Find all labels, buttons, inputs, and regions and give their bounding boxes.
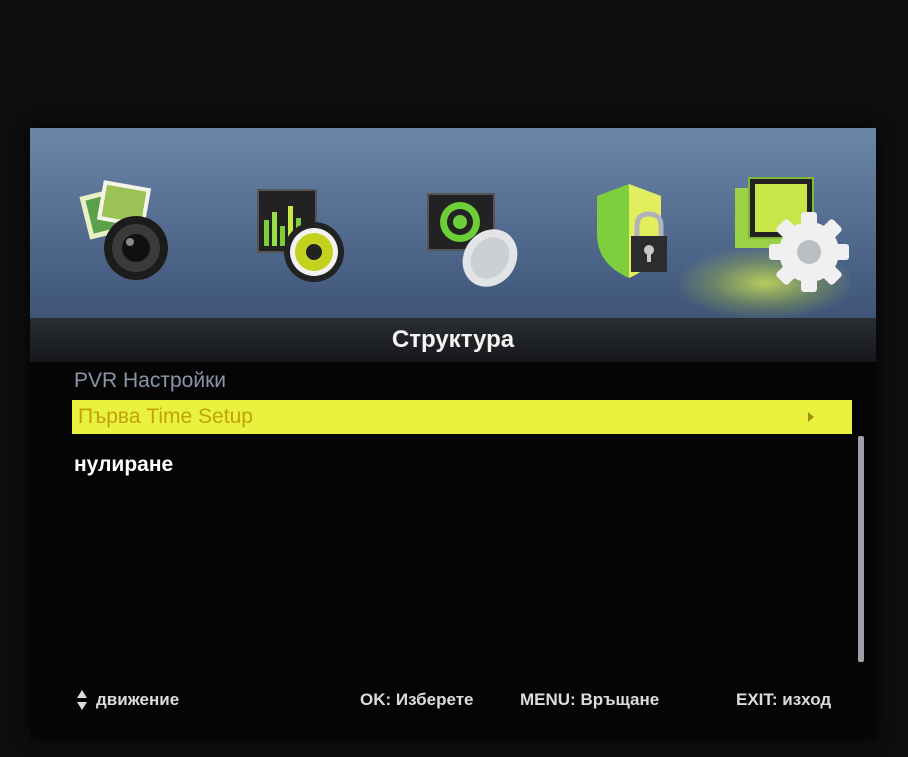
lock-shield-icon[interactable] [585, 178, 695, 298]
hint-exit: EXIT: изход [736, 690, 832, 709]
hint-menu: MENU: Връщане [520, 690, 660, 709]
menu-item-reset[interactable]: нулиране [74, 448, 850, 482]
photo-camera-icon[interactable] [70, 178, 180, 298]
category-icon-bar [30, 128, 876, 318]
menu-item-first-time-setup[interactable]: Първа Time Setup [72, 400, 852, 434]
hint-move: движение [96, 690, 180, 709]
settings-gear-icon[interactable] [725, 168, 855, 298]
section-title-bar: Структура [30, 318, 876, 362]
hint-ok: OK: Изберете [360, 690, 474, 709]
footer-hints: движение OK: Изберете MENU: Връщане EXIT… [30, 676, 876, 726]
music-speaker-icon[interactable] [250, 178, 360, 298]
up-down-arrows-icon [77, 690, 87, 710]
section-title: Структура [391, 326, 515, 353]
satellite-dish-icon[interactable] [420, 178, 530, 298]
chevron-right-icon [808, 412, 814, 422]
scrollbar[interactable] [858, 436, 864, 662]
menu-item-pvr-settings: PVR Настройки [74, 369, 226, 392]
tv-menu-screen: Структура PVR Настройки Първа Time Setup… [30, 128, 876, 738]
menu-item-label: Първа Time Setup [78, 405, 253, 428]
